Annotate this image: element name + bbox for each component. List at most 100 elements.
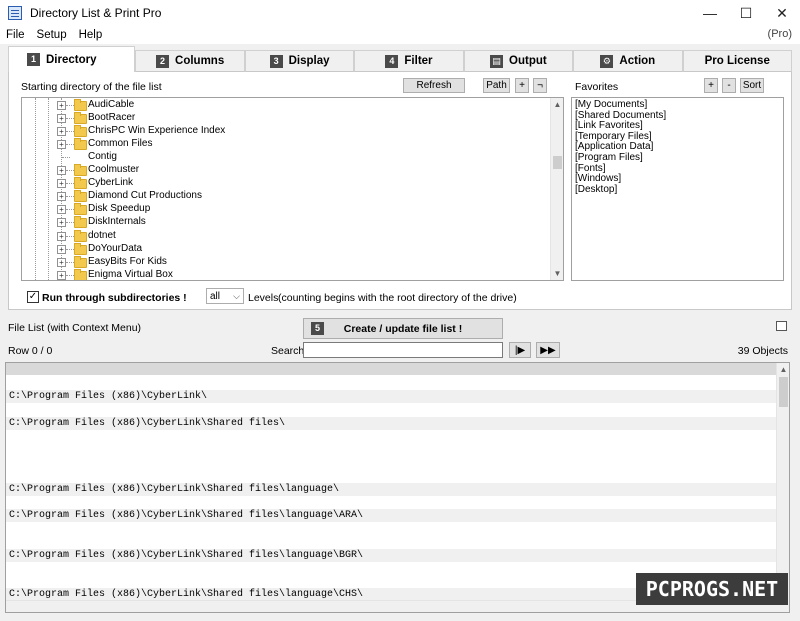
list-header	[6, 363, 777, 375]
tree-item[interactable]: + CyberLink	[22, 177, 542, 190]
tree-item[interactable]: + ChrisPC Win Experience Index	[22, 125, 542, 138]
pro-tag: (Pro)	[767, 28, 792, 40]
tree-item[interactable]: + Diamond Cut Productions	[22, 190, 542, 203]
remove-path-button[interactable]: ¬	[533, 78, 547, 93]
expand-plus-icon[interactable]: +	[57, 270, 66, 280]
tree-item[interactable]: + Disk Speedup	[22, 203, 542, 216]
table-row[interactable]	[6, 443, 777, 456]
tab-columns[interactable]: 2 Columns	[135, 50, 245, 72]
search-input[interactable]	[303, 342, 503, 358]
remove-favorite-button[interactable]: -	[722, 78, 736, 93]
menu-file[interactable]: File	[0, 29, 31, 41]
menu-setup[interactable]: Setup	[31, 29, 73, 41]
favorite-item[interactable]: [Desktop]	[575, 184, 780, 196]
add-path-button[interactable]: +	[515, 78, 529, 93]
tree-item[interactable]: Contig	[22, 151, 542, 164]
create-button-label: Create / update file list !	[343, 322, 463, 335]
scroll-up-arrow-icon[interactable]: ▲	[777, 363, 789, 376]
tree-vertical-scrollbar[interactable]: ▲ ▼	[550, 98, 563, 280]
tab-number-badge: 4	[385, 54, 399, 68]
favorites-list[interactable]: [My Documents] [Shared Documents] [Link Fa…	[571, 97, 784, 281]
directory-tree[interactable]: + AudiCable + BootRacer + ChrisPC Win Experie…	[21, 97, 564, 281]
tree-item[interactable]: + Enigma Virtual Box	[22, 268, 542, 280]
expand-plus-icon[interactable]: +	[57, 114, 66, 124]
tree-item[interactable]: + BootRacer	[22, 112, 542, 125]
tab-display[interactable]: 3 Display	[244, 50, 355, 72]
levels-select[interactable]: all ⌵	[206, 288, 244, 304]
table-row[interactable]	[6, 377, 777, 390]
directory-panel: Starting directory of the file list Refr…	[8, 72, 792, 310]
favorite-item[interactable]: [Program Files]	[575, 152, 780, 164]
tree-item-label: dotnet	[88, 229, 116, 241]
levels-value: all	[210, 290, 221, 302]
close-button[interactable]: ✕	[764, 0, 800, 26]
title-bar: Directory List & Print Pro — ☐ ✕	[0, 0, 800, 26]
expand-plus-icon[interactable]: +	[57, 205, 66, 215]
create-update-file-list-button[interactable]: 5 Create / update file list !	[303, 318, 503, 339]
expand-plus-icon[interactable]: +	[57, 192, 66, 202]
path-button[interactable]: Path	[483, 78, 510, 93]
expand-plus-icon[interactable]: +	[57, 140, 66, 150]
expand-plus-icon[interactable]: +	[57, 179, 66, 189]
find-next-button[interactable]: |▶	[509, 342, 531, 358]
tree-item[interactable]: + DiskInternals	[22, 216, 542, 229]
folder-icon	[74, 268, 87, 280]
tree-item-label: Coolmuster	[88, 164, 140, 176]
tree-item[interactable]: + dotnet	[22, 229, 542, 243]
tab-filter[interactable]: 4 Filter	[354, 50, 464, 72]
tab-output[interactable]: ▤ Output	[463, 50, 574, 72]
expand-plus-icon[interactable]: +	[57, 101, 66, 110]
table-row[interactable]	[6, 469, 777, 482]
table-row[interactable]	[6, 456, 777, 469]
tree-item[interactable]: + Coolmuster	[22, 164, 542, 177]
table-row[interactable]: C:\Program Files (x86)\CyberLink\Shared …	[6, 548, 777, 562]
tab-pro-license[interactable]: Pro License	[682, 50, 792, 72]
sort-favorites-button[interactable]: Sort	[740, 78, 764, 93]
expand-plus-icon[interactable]: +	[57, 231, 66, 241]
tree-item[interactable]: + EasyBits For Kids	[22, 255, 542, 269]
table-row[interactable]: C:\Program Files (x86)\CyberLink\Shared …	[6, 416, 777, 430]
table-row[interactable]	[6, 535, 777, 548]
scroll-thumb[interactable]	[779, 377, 788, 407]
tab-action[interactable]: ⚙ Action	[573, 50, 683, 72]
menu-help[interactable]: Help	[73, 29, 109, 41]
step-number-badge: 5	[311, 322, 324, 335]
expand-plus-icon[interactable]: +	[57, 166, 66, 176]
scroll-down-arrow-icon[interactable]: ▼	[551, 267, 563, 280]
expand-plus-icon[interactable]: +	[57, 218, 66, 228]
expand-plus-icon[interactable]: +	[57, 257, 66, 267]
scroll-up-arrow-icon[interactable]: ▲	[551, 98, 563, 111]
watermark: PCPROGS.NET	[636, 573, 788, 605]
copy-list-icon[interactable]	[776, 321, 787, 331]
find-all-button[interactable]: ▶▶	[536, 342, 560, 358]
output-document-icon: ▤	[490, 54, 504, 68]
menu-bar: File Setup Help (Pro)	[0, 26, 800, 44]
tab-number-badge: 3	[269, 54, 283, 68]
expand-plus-icon[interactable]: +	[57, 127, 66, 137]
favorite-item[interactable]: [My Documents]	[575, 99, 780, 111]
refresh-button[interactable]: Refresh	[403, 78, 465, 93]
add-favorite-button[interactable]: +	[704, 78, 718, 93]
table-row[interactable]	[6, 522, 777, 535]
tree-item[interactable]: + Common Files	[22, 138, 542, 151]
table-row[interactable]: C:\Program Files (x86)\CyberLink\	[6, 390, 777, 404]
tree-item[interactable]: + DoYourData	[22, 242, 542, 256]
file-list-label: File List (with Context Menu)	[8, 322, 142, 334]
table-row[interactable]: C:\Program Files (x86)\CyberLink\Shared …	[6, 482, 777, 496]
subdirectories-checkbox[interactable]: ✓	[27, 291, 39, 303]
table-row[interactable]: C:\Program Files (x86)\CyberLink\Shared …	[6, 509, 777, 522]
tab-label: Pro License	[704, 55, 770, 67]
expand-plus-icon[interactable]: +	[57, 244, 66, 254]
window-title: Directory List & Print Pro	[30, 6, 162, 20]
table-row[interactable]	[6, 496, 777, 509]
minimize-button[interactable]: —	[692, 0, 728, 26]
scroll-thumb[interactable]	[553, 156, 562, 169]
folder-icon	[74, 177, 87, 190]
tab-directory[interactable]: 1 Directory	[8, 46, 136, 72]
folder-icon	[74, 216, 87, 229]
folder-icon	[74, 125, 87, 138]
maximize-button[interactable]: ☐	[728, 0, 764, 26]
table-row[interactable]	[6, 430, 777, 443]
table-row[interactable]	[6, 403, 777, 416]
tree-item[interactable]: + AudiCable	[22, 99, 542, 112]
